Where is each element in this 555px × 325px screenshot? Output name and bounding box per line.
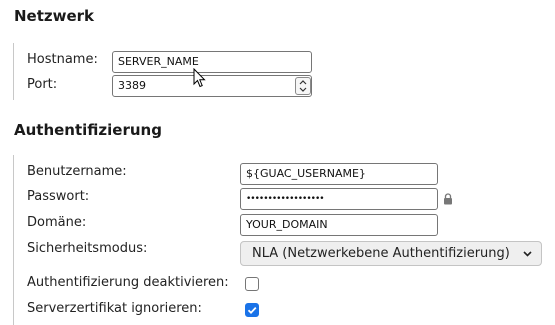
disable-auth-label: Authentifizierung deaktivieren: <box>27 275 229 290</box>
security-mode-label: Sicherheitsmodus: <box>27 241 148 256</box>
port-stepper[interactable] <box>295 77 311 95</box>
port-label: Port: <box>27 77 58 92</box>
port-input[interactable]: 3389 <box>112 75 312 97</box>
network-section-border <box>13 43 14 100</box>
network-section-title: Netzwerk <box>14 7 95 25</box>
username-input[interactable]: ${GUAC_USERNAME} <box>240 163 438 185</box>
auth-section-title: Authentifizierung <box>14 121 162 139</box>
ignore-cert-label: Serverzertifikat ignorieren: <box>27 301 202 316</box>
domain-label: Domäne: <box>27 215 87 230</box>
auth-section-border <box>13 155 14 325</box>
domain-input[interactable]: YOUR_DOMAIN <box>240 214 438 236</box>
lock-icon <box>444 193 452 205</box>
hostname-input[interactable]: SERVER_NAME <box>112 51 312 73</box>
username-label: Benutzername: <box>27 164 127 179</box>
connection-settings-page: Netzwerk Hostname: SERVER_NAME Port: 338… <box>0 0 555 325</box>
checkmark-icon <box>247 306 257 314</box>
password-input[interactable]: •••••••••••••••••• <box>240 188 438 210</box>
security-mode-select[interactable]: NLA (Netzwerkebene Authentifizierung) <box>240 241 542 266</box>
hostname-label: Hostname: <box>27 52 98 67</box>
password-label: Passwort: <box>27 189 90 204</box>
stepper-arrows-icon <box>299 80 307 92</box>
disable-auth-checkbox[interactable] <box>245 277 259 291</box>
chevron-down-icon <box>523 251 532 257</box>
security-mode-value: NLA (Netzwerkebene Authentifizierung) <box>252 246 510 261</box>
ignore-cert-checkbox[interactable] <box>245 303 259 317</box>
